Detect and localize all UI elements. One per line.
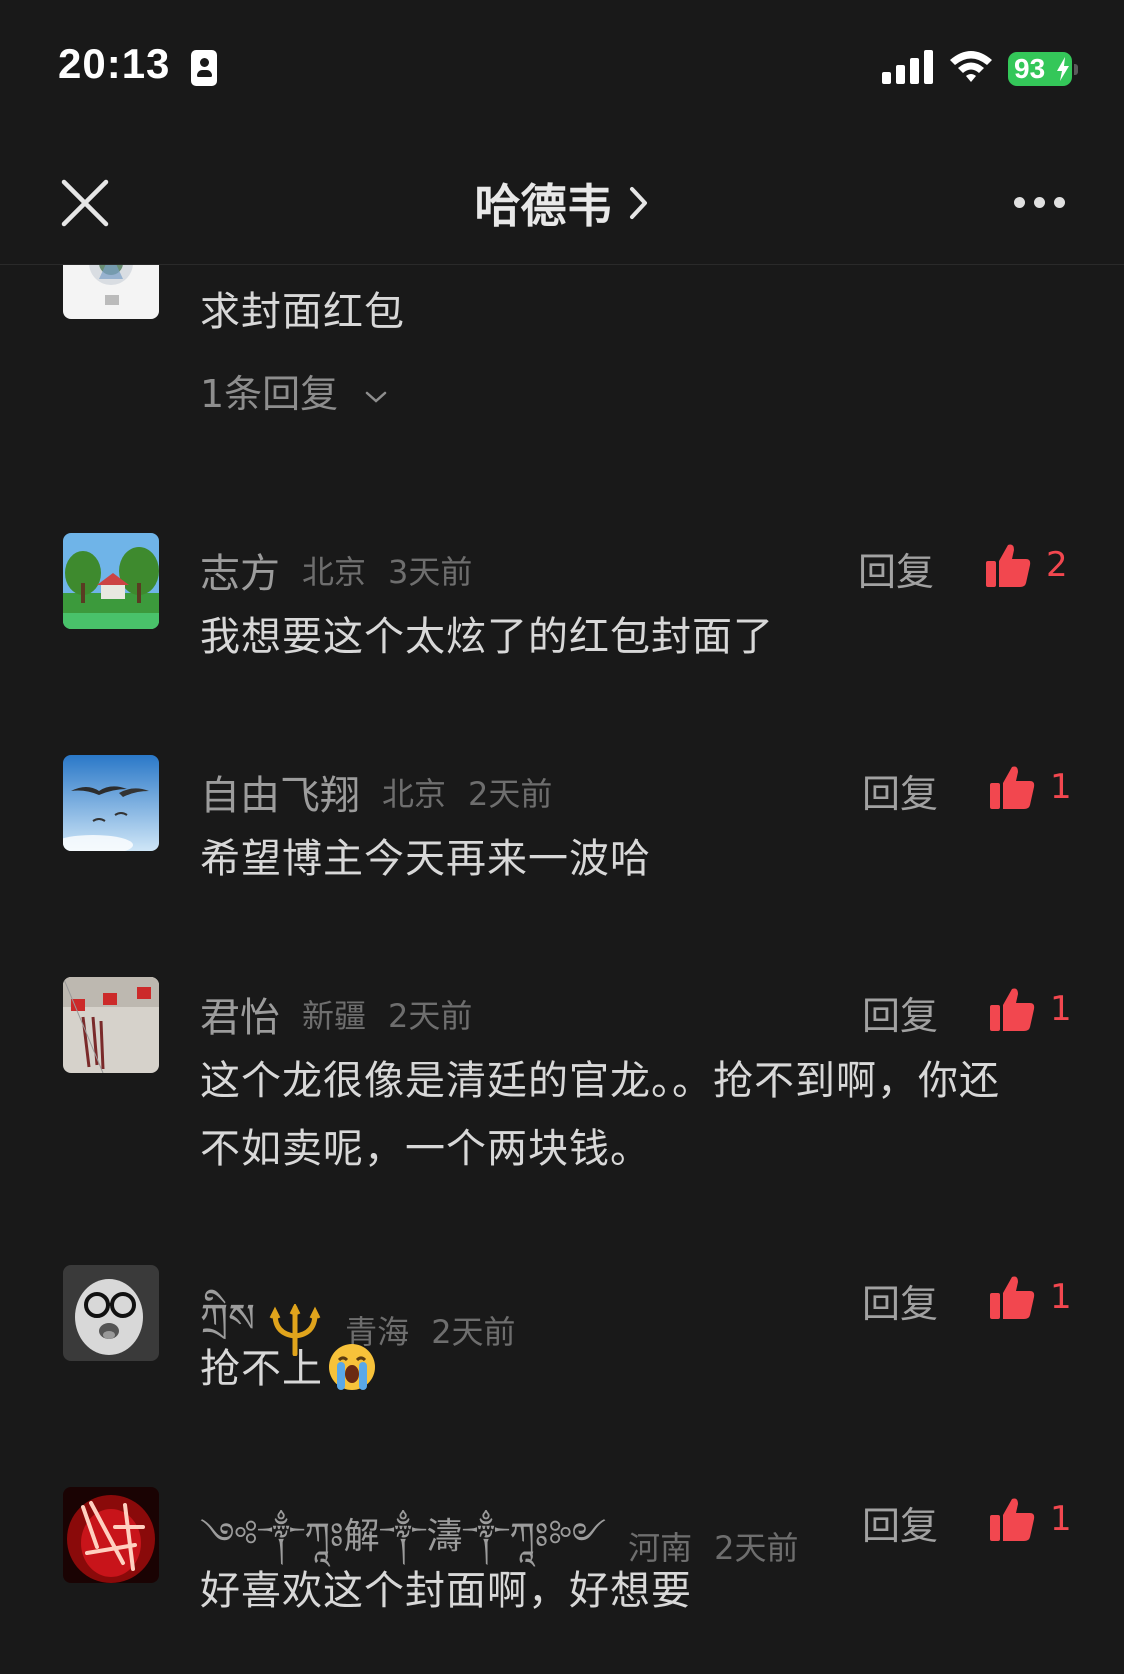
thumbs-up-icon bbox=[990, 1276, 1035, 1319]
comment-meta: 君怡 新疆 2天前 bbox=[200, 985, 472, 1043]
header-bar: 哈德韦 bbox=[0, 140, 1124, 265]
reply-button[interactable]: 回复 bbox=[858, 541, 934, 596]
like-count: 1 bbox=[1050, 989, 1072, 1029]
thumbs-up-icon bbox=[990, 1498, 1035, 1541]
reply-button[interactable]: 回复 bbox=[862, 1495, 938, 1550]
page-title: 哈德韦 bbox=[474, 179, 613, 233]
username[interactable]: 志方 bbox=[200, 541, 280, 599]
battery-icon: 93 bbox=[1008, 52, 1078, 86]
username[interactable]: 君怡 bbox=[200, 985, 280, 1043]
avatar[interactable] bbox=[63, 1265, 159, 1361]
avatar[interactable] bbox=[63, 977, 159, 1073]
timestamp: 3天前 bbox=[388, 553, 473, 591]
like-count: 1 bbox=[1050, 1499, 1072, 1539]
thumbs-up-icon bbox=[990, 988, 1035, 1031]
like-count: 1 bbox=[1050, 767, 1072, 807]
status-bar: 20:13 93 bbox=[0, 0, 1124, 140]
location: 北京 bbox=[382, 775, 447, 813]
loudly-crying-face-icon bbox=[329, 1344, 375, 1390]
park-avatar-image bbox=[63, 533, 159, 629]
profile-link[interactable]: 哈德韦 bbox=[0, 170, 1124, 236]
expand-replies-button[interactable]: 1条回复 bbox=[200, 363, 388, 418]
reply-button[interactable]: 回复 bbox=[858, 265, 934, 268]
comment-text: 抢不上 bbox=[200, 1346, 323, 1392]
timestamp: 2天前 bbox=[468, 775, 553, 813]
location: 新疆 bbox=[302, 997, 367, 1035]
jie-fire-avatar-image bbox=[63, 1487, 159, 1583]
comment-text: 我想要这个太炫了的红包封面了 bbox=[200, 614, 774, 660]
comment-text: 这个龙很像是清廷的官龙。。抢不到啊，你还不如卖呢，一个两块钱。 bbox=[200, 1058, 1000, 1172]
more-options-icon[interactable] bbox=[1012, 190, 1068, 214]
reply-button[interactable]: 回复 bbox=[862, 763, 938, 818]
battery-level: 93 bbox=[1014, 53, 1046, 84]
chevron-right-icon bbox=[629, 187, 647, 219]
timestamp: 2天前 bbox=[388, 997, 473, 1035]
comment-text-wrap: 抢不上 bbox=[200, 1335, 1060, 1403]
reply-button[interactable]: 回复 bbox=[862, 985, 938, 1040]
status-time: 20:13 bbox=[58, 40, 171, 87]
comment-list[interactable]: 回复 2 求封面红包 1条回复 bbox=[0, 265, 1124, 1674]
chevron-down-icon bbox=[366, 391, 387, 403]
contact-card-icon bbox=[191, 50, 217, 86]
cellular-signal-icon bbox=[882, 50, 933, 84]
avatar[interactable] bbox=[63, 265, 159, 319]
compass-avatar-image bbox=[63, 265, 159, 319]
baby-glasses-avatar-image bbox=[63, 1265, 159, 1361]
avatar[interactable] bbox=[63, 1487, 159, 1583]
wifi-icon bbox=[950, 51, 992, 82]
reply-button[interactable]: 回复 bbox=[862, 1273, 938, 1328]
location: 北京 bbox=[302, 553, 367, 591]
comment-meta: 志方 北京 3天前 bbox=[200, 541, 472, 599]
comment-text: 好喜欢这个封面啊，好想要 bbox=[200, 1568, 692, 1614]
like-count: 1 bbox=[1050, 1277, 1072, 1317]
comment-meta: 自由飞翔 北京 2天前 bbox=[200, 763, 552, 821]
comment-text: 希望博主今天再来一波哈 bbox=[200, 836, 651, 882]
flags-avatar-image bbox=[63, 977, 159, 1073]
avatar[interactable] bbox=[63, 533, 159, 629]
charging-bolt-icon bbox=[1057, 57, 1069, 81]
like-count: 2 bbox=[1046, 545, 1068, 585]
comment-text: 求封面红包 bbox=[200, 289, 405, 335]
thumbs-up-icon bbox=[990, 766, 1035, 809]
username[interactable]: 自由飞翔 bbox=[200, 763, 360, 821]
avatar[interactable] bbox=[63, 755, 159, 851]
thumbs-up-icon bbox=[986, 544, 1031, 587]
seagull-avatar-image bbox=[63, 755, 159, 851]
expand-replies-label: 1条回复 bbox=[200, 372, 339, 416]
